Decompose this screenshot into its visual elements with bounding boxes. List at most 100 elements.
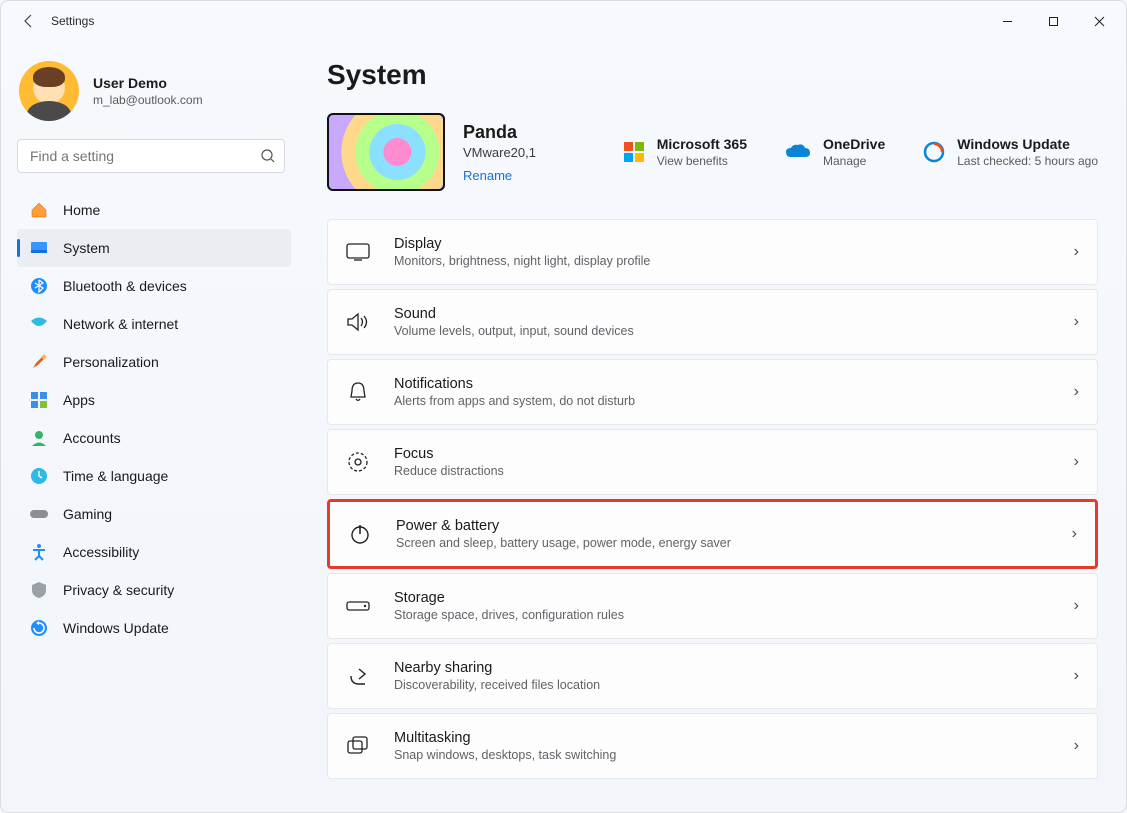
home-icon xyxy=(29,200,49,220)
sidebar-item-system[interactable]: System xyxy=(17,229,291,267)
chevron-right-icon: › xyxy=(1074,667,1079,685)
content: User Demo m_lab@outlook.com Home System xyxy=(1,41,1126,812)
setting-storage[interactable]: Storage Storage space, drives, configura… xyxy=(327,573,1098,639)
setting-display[interactable]: Display Monitors, brightness, night ligh… xyxy=(327,219,1098,285)
syslink-title: Windows Update xyxy=(957,136,1098,152)
nav-label: Bluetooth & devices xyxy=(63,278,187,294)
sidebar: User Demo m_lab@outlook.com Home System xyxy=(1,41,301,812)
setting-multitasking[interactable]: Multitasking Snap windows, desktops, tas… xyxy=(327,713,1098,779)
card-title: Multitasking xyxy=(394,730,1054,746)
gamepad-icon xyxy=(29,504,49,524)
nav-label: Windows Update xyxy=(63,620,169,636)
card-title: Notifications xyxy=(394,376,1054,392)
user-email: m_lab@outlook.com xyxy=(93,93,203,107)
sidebar-item-accounts[interactable]: Accounts xyxy=(17,419,291,457)
back-arrow-icon xyxy=(21,13,37,29)
windows-update-icon xyxy=(923,141,945,163)
nav-label: Apps xyxy=(63,392,95,408)
card-title: Sound xyxy=(394,306,1054,322)
setting-focus[interactable]: Focus Reduce distractions › xyxy=(327,429,1098,495)
card-sub: Snap windows, desktops, task switching xyxy=(394,748,1054,762)
syslink-sub: Last checked: 5 hours ago xyxy=(957,154,1098,168)
sidebar-item-network[interactable]: Network & internet xyxy=(17,305,291,343)
shield-icon xyxy=(29,580,49,600)
search-box[interactable] xyxy=(17,139,285,173)
chevron-right-icon: › xyxy=(1074,243,1079,261)
sidebar-item-personalization[interactable]: Personalization xyxy=(17,343,291,381)
settings-window: Settings User Demo m_lab@outlook.com xyxy=(0,0,1127,813)
maximize-button[interactable] xyxy=(1030,5,1076,37)
nav-label: Gaming xyxy=(63,506,112,522)
ms365-icon xyxy=(623,141,645,163)
nav-label: Accessibility xyxy=(63,544,139,560)
update-icon xyxy=(29,618,49,638)
sidebar-item-privacy[interactable]: Privacy & security xyxy=(17,571,291,609)
bell-icon xyxy=(342,381,374,403)
maximize-icon xyxy=(1048,16,1059,27)
syslink-title: OneDrive xyxy=(823,136,885,152)
sidebar-item-gaming[interactable]: Gaming xyxy=(17,495,291,533)
apps-icon xyxy=(29,390,49,410)
chevron-right-icon: › xyxy=(1074,383,1079,401)
windows-update-link[interactable]: Windows Update Last checked: 5 hours ago xyxy=(923,136,1098,168)
main: System Panda VMware20,1 Rename M xyxy=(301,41,1126,812)
nav: Home System Bluetooth & devices Network … xyxy=(17,191,291,647)
card-sub: Storage space, drives, configuration rul… xyxy=(394,608,1054,622)
card-sub: Volume levels, output, input, sound devi… xyxy=(394,324,1054,338)
syslink-sub: View benefits xyxy=(657,154,747,168)
pc-thumbnail[interactable] xyxy=(327,113,445,191)
clock-icon xyxy=(29,466,49,486)
card-title: Nearby sharing xyxy=(394,660,1054,676)
chevron-right-icon: › xyxy=(1074,453,1079,471)
sidebar-item-home[interactable]: Home xyxy=(17,191,291,229)
back-button[interactable] xyxy=(13,5,45,37)
sidebar-item-apps[interactable]: Apps xyxy=(17,381,291,419)
brush-icon xyxy=(29,352,49,372)
syslink-sub: Manage xyxy=(823,154,885,168)
onedrive-icon xyxy=(785,143,811,161)
sound-icon xyxy=(342,312,374,332)
setting-sound[interactable]: Sound Volume levels, output, input, soun… xyxy=(327,289,1098,355)
card-sub: Alerts from apps and system, do not dist… xyxy=(394,394,1054,408)
setting-nearby-sharing[interactable]: Nearby sharing Discoverability, received… xyxy=(327,643,1098,709)
minimize-button[interactable] xyxy=(984,5,1030,37)
settings-list: Display Monitors, brightness, night ligh… xyxy=(327,219,1098,779)
nav-label: Home xyxy=(63,202,100,218)
close-button[interactable] xyxy=(1076,5,1122,37)
close-icon xyxy=(1094,16,1105,27)
search-icon xyxy=(260,148,276,164)
search-input[interactable] xyxy=(28,147,260,165)
setting-notifications[interactable]: Notifications Alerts from apps and syste… xyxy=(327,359,1098,425)
onedrive-link[interactable]: OneDrive Manage xyxy=(785,136,885,168)
sidebar-item-accessibility[interactable]: Accessibility xyxy=(17,533,291,571)
card-sub: Monitors, brightness, night light, displ… xyxy=(394,254,1054,268)
wifi-icon xyxy=(29,314,49,334)
pc-row: Panda VMware20,1 Rename Microsoft 365 Vi… xyxy=(327,113,1098,191)
card-title: Storage xyxy=(394,590,1054,606)
nav-label: Personalization xyxy=(63,354,159,370)
card-sub: Reduce distractions xyxy=(394,464,1054,478)
chevron-right-icon: › xyxy=(1074,313,1079,331)
setting-power-battery[interactable]: Power & battery Screen and sleep, batter… xyxy=(327,499,1098,569)
system-icon xyxy=(29,238,49,258)
window-title: Settings xyxy=(51,14,94,28)
multitask-icon xyxy=(342,736,374,756)
focus-icon xyxy=(342,451,374,473)
avatar xyxy=(19,61,79,121)
card-title: Display xyxy=(394,236,1054,252)
display-icon xyxy=(342,243,374,261)
card-title: Power & battery xyxy=(396,518,1052,534)
system-links: Microsoft 365 View benefits OneDrive Man… xyxy=(623,136,1098,168)
bluetooth-icon xyxy=(29,276,49,296)
user-name: User Demo xyxy=(93,75,203,91)
sidebar-item-bluetooth[interactable]: Bluetooth & devices xyxy=(17,267,291,305)
chevron-right-icon: › xyxy=(1074,597,1079,615)
user-row[interactable]: User Demo m_lab@outlook.com xyxy=(17,57,291,139)
nav-label: Time & language xyxy=(63,468,168,484)
rename-link[interactable]: Rename xyxy=(463,168,583,183)
sidebar-item-time-language[interactable]: Time & language xyxy=(17,457,291,495)
sidebar-item-windows-update[interactable]: Windows Update xyxy=(17,609,291,647)
microsoft-365-link[interactable]: Microsoft 365 View benefits xyxy=(623,136,747,168)
pc-name: Panda xyxy=(463,122,583,143)
card-sub: Screen and sleep, battery usage, power m… xyxy=(396,536,1052,550)
